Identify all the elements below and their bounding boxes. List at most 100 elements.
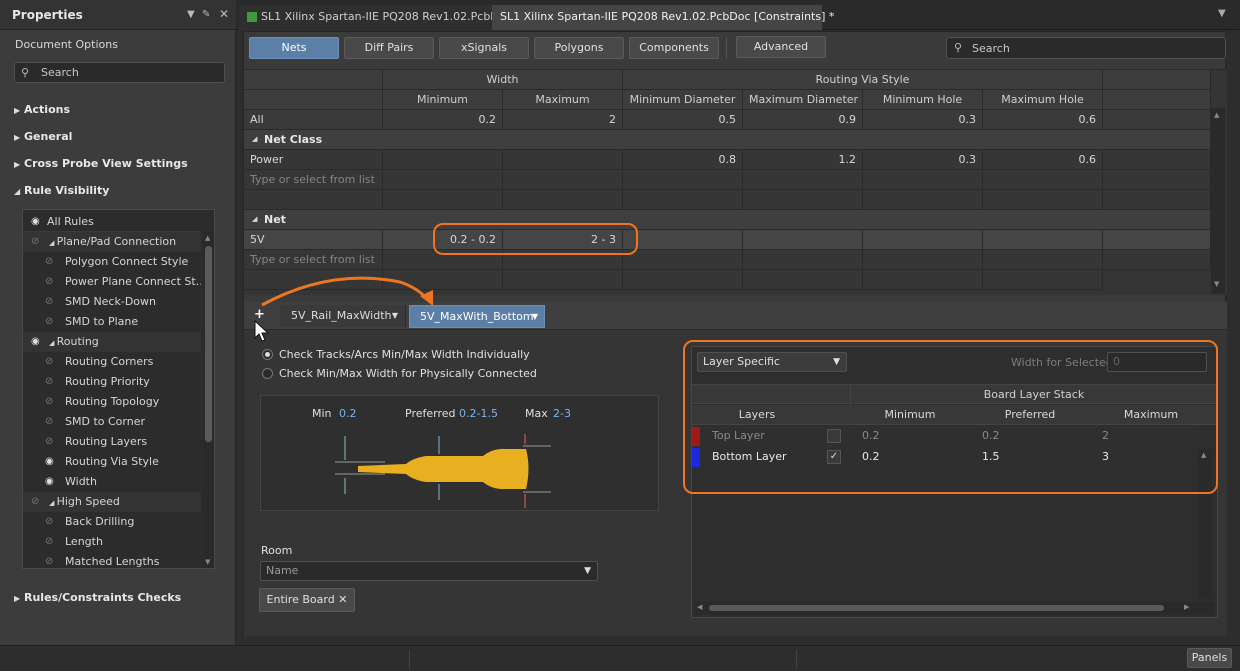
empty-cell[interactable] bbox=[983, 250, 1103, 270]
eye-hidden-icon[interactable]: ⊘ bbox=[45, 392, 59, 412]
radio-button-off[interactable] bbox=[262, 367, 273, 379]
scroll-left-icon[interactable]: ◀ bbox=[697, 603, 702, 611]
all-row-value[interactable]: 2 bbox=[503, 110, 623, 130]
diff-pairs-button[interactable]: Diff Pairs bbox=[344, 37, 434, 59]
scroll-up-icon[interactable]: ▲ bbox=[1214, 111, 1219, 119]
nets-button[interactable]: Nets bbox=[249, 37, 339, 59]
power-row-label[interactable]: Power bbox=[244, 150, 383, 170]
eye-hidden-icon[interactable]: ⊘ bbox=[45, 552, 59, 572]
scrollbar-thumb[interactable] bbox=[205, 246, 212, 442]
grid-scrollbar[interactable]: ▲ ▼ bbox=[1211, 108, 1225, 294]
net-row-5v-value[interactable] bbox=[983, 230, 1103, 250]
eye-icon[interactable]: ◉ bbox=[31, 332, 45, 352]
rule-item[interactable]: ⊘ Routing Layers bbox=[23, 432, 201, 452]
scroll-right-icon[interactable]: ▶ bbox=[1184, 603, 1189, 611]
rule-item[interactable]: ⊘ Routing Topology bbox=[23, 392, 201, 412]
empty-cell[interactable] bbox=[623, 170, 743, 190]
tab-constraints[interactable]: SL1 Xilinx Spartan-IIE PQ208 Rev1.02.Pcb… bbox=[492, 5, 834, 30]
all-row-label[interactable]: All bbox=[244, 110, 383, 130]
layer-hscrollbar[interactable]: ◀ ▶ bbox=[694, 602, 1214, 615]
section-rules-checks[interactable]: ▶ Rules/Constraints Checks bbox=[14, 591, 181, 604]
eye-hidden-icon[interactable]: ⊘ bbox=[45, 352, 59, 372]
eye-hidden-icon[interactable]: ⊘ bbox=[45, 272, 59, 292]
eye-hidden-icon[interactable]: ⊘ bbox=[45, 292, 59, 312]
rule-tab-5v-bottom[interactable]: 5V_MaxWith_Bottom ▼ bbox=[409, 305, 545, 328]
rule-item[interactable]: ⊘ Power Plane Connect St... bbox=[23, 272, 201, 292]
eye-icon[interactable]: ◉ bbox=[45, 472, 59, 492]
all-row-value[interactable]: 0.9 bbox=[743, 110, 863, 130]
rule-item[interactable]: ⊘ Routing Corners bbox=[23, 352, 201, 372]
chevron-down-icon[interactable]: ▼ bbox=[392, 305, 398, 327]
menu-arrow-icon[interactable]: ▼ bbox=[187, 9, 195, 20]
rule-item[interactable]: ⊘ SMD Neck-Down bbox=[23, 292, 201, 312]
grid-search-input[interactable]: ⚲ Search bbox=[946, 37, 1226, 59]
rule-item[interactable]: ⊘ Polygon Connect Style bbox=[23, 252, 201, 272]
net-row-5v-value[interactable] bbox=[743, 230, 863, 250]
net-row-5v-value[interactable] bbox=[863, 230, 983, 250]
rule-item[interactable]: ◉ All Rules bbox=[23, 212, 201, 232]
entire-board-chip[interactable]: Entire Board ✕ bbox=[259, 588, 355, 612]
xsignals-button[interactable]: xSignals bbox=[439, 37, 529, 59]
scroll-down-icon[interactable]: ▼ bbox=[1214, 280, 1219, 288]
empty-cell[interactable] bbox=[743, 250, 863, 270]
all-row-value[interactable]: 0.5 bbox=[623, 110, 743, 130]
power-row-value[interactable]: 0.6 bbox=[983, 150, 1103, 170]
empty-cell[interactable] bbox=[983, 170, 1103, 190]
section-general[interactable]: ▶ General bbox=[14, 130, 72, 143]
collapse-icon[interactable]: ◢ bbox=[252, 135, 257, 143]
tab-menu-icon[interactable]: ▼ bbox=[1218, 8, 1226, 19]
rule-item[interactable]: ◉ Width bbox=[23, 472, 201, 492]
rule-item[interactable]: ⊘ ◢ High Speed bbox=[23, 492, 201, 512]
pin-icon[interactable]: ✎ bbox=[202, 9, 210, 20]
rule-item[interactable]: ⊘ Length bbox=[23, 532, 201, 552]
power-row-value[interactable] bbox=[383, 150, 503, 170]
eye-icon[interactable]: ◉ bbox=[31, 212, 45, 231]
net-add-placeholder[interactable]: Type or select from list bbox=[244, 250, 383, 270]
room-dropdown[interactable]: Name ▼ bbox=[260, 561, 598, 581]
collapse-icon[interactable]: ◢ bbox=[252, 215, 257, 223]
eye-hidden-icon[interactable]: ⊘ bbox=[45, 372, 59, 392]
remove-icon[interactable]: ✕ bbox=[338, 593, 347, 606]
tab-pcbdoc[interactable]: SL1 Xilinx Spartan-IIE PQ208 Rev1.02.Pcb… bbox=[239, 5, 512, 30]
collapse-icon[interactable]: ◢ bbox=[49, 499, 57, 507]
rule-item[interactable]: ⊘ Routing Priority bbox=[23, 372, 201, 392]
panels-button[interactable]: Panels bbox=[1187, 648, 1232, 668]
eye-hidden-icon[interactable]: ⊘ bbox=[45, 312, 59, 332]
empty-cell[interactable] bbox=[863, 250, 983, 270]
scroll-down-icon[interactable]: ▼ bbox=[205, 558, 210, 566]
collapse-icon[interactable]: ◢ bbox=[49, 239, 57, 247]
eye-hidden-icon[interactable]: ⊘ bbox=[45, 252, 59, 272]
eye-hidden-icon[interactable]: ⊘ bbox=[45, 412, 59, 432]
net-row-5v-label[interactable]: 5V bbox=[244, 230, 383, 250]
power-row-value[interactable]: 0.8 bbox=[623, 150, 743, 170]
all-row-value[interactable]: 0.3 bbox=[863, 110, 983, 130]
empty-cell[interactable] bbox=[383, 170, 503, 190]
radio-connected[interactable]: Check Min/Max Width for Physically Conne… bbox=[262, 367, 537, 380]
all-row-value[interactable]: 0.6 bbox=[983, 110, 1103, 130]
eye-hidden-icon[interactable]: ⊘ bbox=[45, 532, 59, 552]
section-actions[interactable]: ▶ Actions bbox=[14, 103, 70, 116]
advanced-button[interactable]: Advanced bbox=[736, 36, 826, 58]
eye-hidden-icon[interactable]: ⊘ bbox=[45, 512, 59, 532]
empty-cell[interactable] bbox=[743, 170, 863, 190]
net-class-add-placeholder[interactable]: Type or select from list bbox=[244, 170, 383, 190]
eye-hidden-icon[interactable]: ⊘ bbox=[31, 232, 45, 252]
rule-list-scrollbar[interactable]: ▲ ▼ bbox=[203, 232, 214, 568]
rule-item[interactable]: ⊘ Matched Lengths bbox=[23, 552, 201, 572]
scrollbar-thumb[interactable] bbox=[709, 605, 1164, 611]
components-button[interactable]: Components bbox=[629, 37, 719, 59]
radio-individual[interactable]: Check Tracks/Arcs Min/Max Width Individu… bbox=[262, 348, 530, 361]
rule-item[interactable]: ⊘ Back Drilling bbox=[23, 512, 201, 532]
power-row-value[interactable]: 1.2 bbox=[743, 150, 863, 170]
eye-hidden-icon[interactable]: ⊘ bbox=[45, 432, 59, 452]
empty-cell[interactable] bbox=[623, 250, 743, 270]
polygons-button[interactable]: Polygons bbox=[534, 37, 624, 59]
scroll-up-icon[interactable]: ▲ bbox=[205, 234, 210, 242]
rule-item[interactable]: ⊘ SMD to Corner bbox=[23, 412, 201, 432]
radio-button-on[interactable] bbox=[262, 348, 273, 360]
empty-cell[interactable] bbox=[863, 170, 983, 190]
rule-item[interactable]: ⊘ SMD to Plane bbox=[23, 312, 201, 332]
panel-search-input[interactable]: ⚲ Search bbox=[14, 62, 225, 83]
eye-hidden-icon[interactable]: ⊘ bbox=[31, 492, 45, 512]
net-row-5v-value[interactable] bbox=[623, 230, 743, 250]
